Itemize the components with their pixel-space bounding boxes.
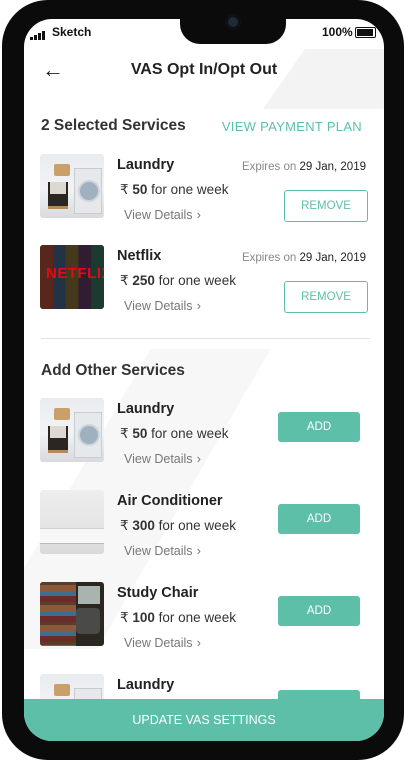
service-name: Laundry	[117, 157, 175, 173]
battery-percent: 100%	[322, 25, 353, 39]
add-button[interactable]: ADD	[278, 596, 360, 626]
view-details-link[interactable]: View Details ›	[124, 207, 201, 222]
other-service-item: Air Conditioner ₹ 300 for one week View …	[24, 490, 384, 562]
chevron-right-icon: ›	[196, 635, 201, 650]
view-payment-plan-link[interactable]: VIEW PAYMENT PLAN	[222, 119, 362, 134]
remove-button[interactable]: REMOVE	[284, 190, 368, 222]
expiry-date: Expires on 29 Jan, 2019	[241, 161, 366, 173]
study-chair-thumbnail	[40, 582, 104, 646]
phone-frame: Sketch 100% ← VAS Opt In/Opt Out 2 Selec…	[2, 0, 404, 760]
selected-service-item: Laundry ₹ 50 for one week View Details › …	[24, 154, 384, 226]
service-name: Study Chair	[117, 585, 199, 601]
view-details-link[interactable]: View Details ›	[124, 635, 201, 650]
service-price: ₹ 50 for one week	[120, 182, 229, 197]
add-button[interactable]: ADD	[278, 504, 360, 534]
carrier-label: Sketch	[52, 25, 92, 39]
air-conditioner-thumbnail	[40, 490, 104, 554]
add-button[interactable]: ADD	[278, 412, 360, 442]
service-name: Air Conditioner	[117, 493, 223, 509]
update-vas-settings-button[interactable]: UPDATE VAS SETTINGS	[24, 699, 384, 741]
chevron-right-icon: ›	[196, 298, 201, 313]
app-screen: Sketch 100% ← VAS Opt In/Opt Out 2 Selec…	[24, 19, 384, 741]
remove-button[interactable]: REMOVE	[284, 281, 368, 313]
service-name: Laundry	[117, 401, 175, 417]
laundry-thumbnail	[40, 398, 104, 462]
divider	[41, 338, 370, 339]
chevron-right-icon: ›	[196, 451, 201, 466]
chevron-right-icon: ›	[196, 543, 201, 558]
selected-services-heading: 2 Selected Services	[41, 117, 186, 134]
service-price: ₹ 100 for one week	[120, 610, 236, 625]
view-details-link[interactable]: View Details ›	[124, 543, 201, 558]
view-details-link[interactable]: View Details ›	[124, 298, 201, 313]
page-title: VAS Opt In/Opt Out	[130, 61, 278, 78]
netflix-thumbnail: NETFLIX	[40, 245, 104, 309]
expiry-date: Expires on 29 Jan, 2019	[241, 252, 366, 264]
signal-icon	[30, 26, 46, 40]
header: ← VAS Opt In/Opt Out	[24, 57, 384, 91]
battery-icon	[355, 27, 376, 38]
status-bar: Sketch 100%	[24, 23, 384, 41]
service-name: Laundry	[117, 677, 175, 693]
service-price: ₹ 300 for one week	[120, 518, 236, 533]
other-service-item: Study Chair ₹ 100 for one week View Deta…	[24, 582, 384, 654]
add-other-services-heading: Add Other Services	[41, 362, 185, 379]
view-details-link[interactable]: View Details ›	[124, 451, 201, 466]
other-service-item: Laundry ₹ 50 for one week View Details › …	[24, 398, 384, 470]
service-price: ₹ 50 for one week	[120, 426, 229, 441]
chevron-right-icon: ›	[196, 207, 201, 222]
laundry-thumbnail	[40, 154, 104, 218]
service-price: ₹ 250 for one week	[120, 273, 236, 288]
selected-service-item: NETFLIX Netflix ₹ 250 for one week View …	[24, 245, 384, 317]
service-name: Netflix	[117, 248, 162, 264]
